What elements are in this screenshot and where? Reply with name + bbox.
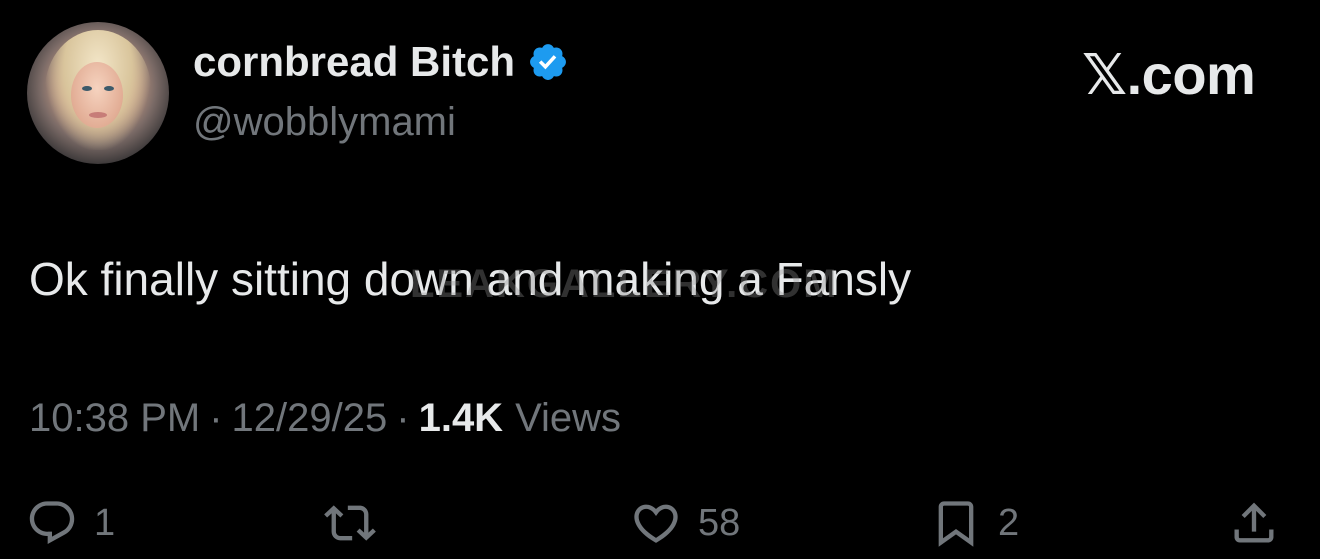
retweet-button[interactable] (324, 497, 392, 549)
like-button[interactable]: 58 (630, 497, 740, 549)
like-count: 58 (698, 501, 741, 544)
reply-button[interactable]: 1 (26, 497, 115, 549)
heart-icon (634, 504, 678, 543)
tweet-text: Ok finally sitting down and making a Fan… (29, 253, 912, 305)
avatar-eye-left (82, 86, 92, 91)
bookmark-icon (938, 501, 974, 547)
avatar[interactable] (27, 22, 169, 164)
reply-icon (29, 501, 75, 545)
share-icon (1234, 502, 1274, 543)
verified-badge-icon[interactable] (527, 41, 569, 83)
tweet-meta: 10:38 PM · 12/29/25 · 1.4K Views (29, 396, 621, 441)
avatar-face (71, 62, 123, 128)
tweet-date[interactable]: 12/29/25 (232, 396, 388, 441)
x-logo: 𝕏.com (1082, 43, 1256, 106)
views-label: Views (515, 396, 622, 440)
meta-separator: · (209, 396, 223, 440)
retweet-icon (324, 505, 376, 541)
author-handle[interactable]: @wobblymami (193, 100, 456, 145)
bookmark-count: 2 (998, 501, 1020, 544)
author-display-name[interactable]: cornbread Bitch (193, 38, 569, 86)
tweet-time[interactable]: 10:38 PM (29, 396, 200, 441)
avatar-eye-right (104, 86, 114, 91)
meta-separator: · (396, 396, 410, 440)
avatar-lips (89, 112, 107, 118)
bookmark-button[interactable]: 2 (930, 497, 1019, 549)
author-display-name-text: cornbread Bitch (193, 38, 516, 85)
reply-count: 1 (94, 501, 116, 544)
share-button[interactable] (1228, 497, 1280, 549)
views-count: 1.4K (418, 396, 504, 440)
